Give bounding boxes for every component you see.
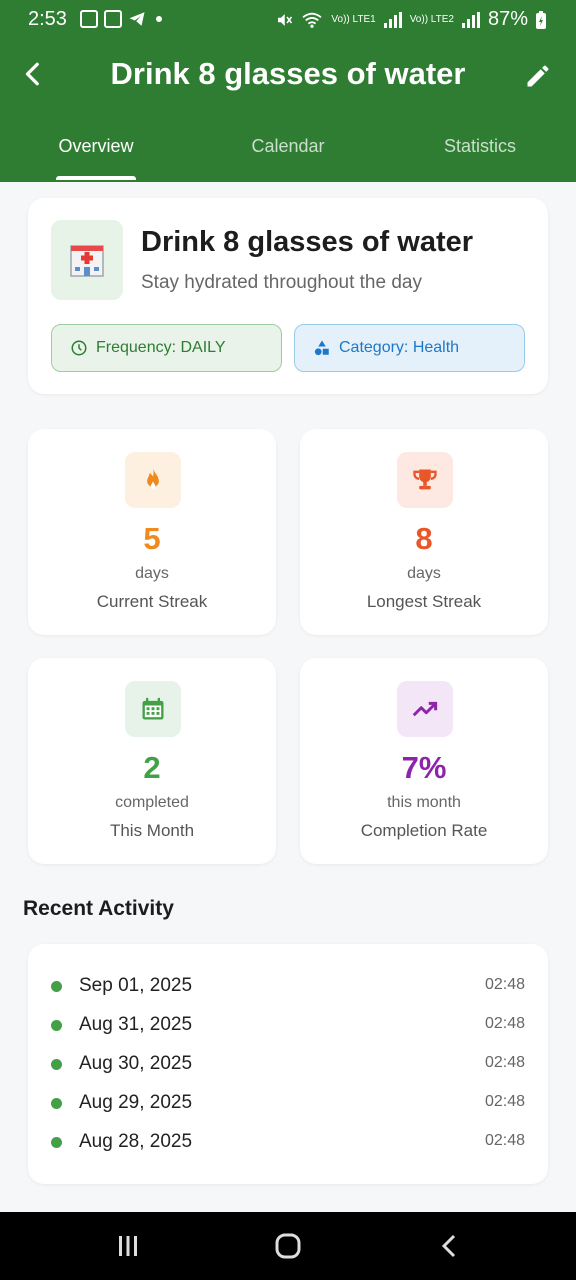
longest-streak-value: 8: [415, 521, 433, 556]
activity-dot: [51, 1059, 62, 1070]
pencil-icon: [527, 65, 549, 87]
fire-icon: [147, 468, 159, 489]
more-notifications-dot: [156, 16, 162, 22]
activity-date: Aug 30, 2025: [79, 1053, 193, 1074]
activity-time: 02:48: [484, 1015, 525, 1032]
trophy-icon: [413, 469, 437, 490]
list-item: Aug 31, 2025 02:48: [28, 1007, 548, 1043]
battery-charging-icon: [536, 10, 546, 29]
home-button[interactable]: [258, 1226, 318, 1266]
activity-date: Sep 01, 2025: [79, 975, 193, 996]
activity-time: 02:48: [484, 976, 525, 993]
tab-bar: Overview Calendar Statistics: [0, 118, 576, 182]
activity-time: 02:48: [484, 1093, 525, 1110]
activity-date: Aug 28, 2025: [79, 1131, 193, 1152]
current-streak-unit: days: [135, 565, 169, 582]
notification-icons: [80, 10, 162, 28]
tab-overview[interactable]: Overview: [0, 136, 192, 157]
home-icon: [275, 1233, 301, 1259]
activity-date: Aug 29, 2025: [79, 1092, 193, 1113]
trending-up-icon: [412, 701, 438, 717]
shapes-icon: [314, 340, 329, 356]
system-back-button[interactable]: [420, 1226, 480, 1266]
this-month-label: This Month: [109, 821, 195, 840]
telegram-icon: [129, 12, 145, 26]
longest-streak-card: 8 days Longest Streak: [300, 429, 548, 635]
recents-button[interactable]: [98, 1226, 158, 1266]
sim1-network: Vo)) LTE1: [331, 13, 376, 25]
edit-button[interactable]: [518, 56, 558, 96]
fire-icon-tile: [125, 452, 181, 508]
activity-time: 02:48: [484, 1054, 525, 1071]
activity-date: Aug 31, 2025: [79, 1014, 193, 1035]
app-header: 2:53 Vo)) LTE1 Vo)) LTE2 87% Drink 8 gla…: [0, 0, 576, 182]
tab-statistics[interactable]: Statistics: [384, 136, 576, 157]
list-item: Aug 28, 2025 02:48: [28, 1124, 548, 1160]
category-label: Category: Health: [339, 339, 460, 356]
completion-rate-value: 7%: [401, 750, 447, 785]
longest-streak-unit: days: [407, 565, 441, 582]
activity-dot: [51, 1020, 62, 1031]
chevron-left-icon: [441, 1234, 456, 1258]
hospital-icon: [70, 245, 104, 277]
category-chip: Category: Health: [294, 324, 525, 372]
current-streak-card: 5 days Current Streak: [28, 429, 276, 635]
trophy-icon-tile: [397, 452, 453, 508]
recents-icon: [119, 1236, 137, 1256]
current-streak-value: 5: [143, 521, 161, 556]
this-month-unit: completed: [115, 794, 189, 811]
app-bar: Drink 8 glasses of water: [0, 42, 576, 110]
current-streak-label: Current Streak: [96, 592, 208, 611]
status-bar: 2:53 Vo)) LTE1 Vo)) LTE2 87%: [0, 0, 576, 42]
trending-up-icon-tile: [397, 681, 453, 737]
page-title: Drink 8 glasses of water: [110, 56, 466, 91]
active-tab-indicator: [56, 176, 136, 180]
gallery-icon: [80, 10, 98, 28]
clock-icon: [71, 340, 87, 356]
completion-rate-unit: this month: [387, 794, 461, 811]
arrow-back-icon: [25, 62, 39, 86]
recent-activity-card: Sep 01, 2025 02:48 Aug 31, 2025 02:48 Au…: [28, 944, 548, 1184]
habit-description: Stay hydrated throughout the day: [141, 272, 422, 293]
habit-info-card: Drink 8 glasses of water Stay hydrated t…: [28, 198, 548, 394]
frequency-label: Frequency: DAILY: [96, 339, 226, 356]
back-button[interactable]: [14, 54, 54, 94]
completion-rate-label: Completion Rate: [360, 821, 488, 840]
longest-streak-label: Longest Streak: [366, 592, 482, 611]
list-item: Aug 30, 2025 02:48: [28, 1046, 548, 1082]
sim2-network: Vo)) LTE2: [409, 13, 454, 25]
completion-rate-card: 7% this month Completion Rate: [300, 658, 548, 864]
habit-icon-tile: [51, 220, 123, 300]
habit-title: Drink 8 glasses of water: [141, 226, 474, 258]
status-time: 2:53: [28, 8, 67, 30]
tab-calendar[interactable]: Calendar: [192, 136, 384, 157]
list-item: Aug 29, 2025 02:48: [28, 1085, 548, 1121]
youtube-icon: [104, 10, 122, 28]
this-month-card: 2 completed This Month: [28, 658, 276, 864]
calendar-icon-tile: [125, 681, 181, 737]
activity-dot: [51, 1137, 62, 1148]
activity-dot: [51, 1098, 62, 1109]
wifi-icon: [302, 12, 322, 28]
this-month-value: 2: [143, 750, 161, 785]
mute-icon: [278, 13, 293, 26]
activity-dot: [51, 981, 62, 992]
list-item: Sep 01, 2025 02:48: [28, 968, 548, 1004]
recent-activity-heading: Recent Activity: [23, 897, 174, 920]
signal-1-icon: [383, 11, 402, 28]
battery-level: 87%: [487, 8, 528, 30]
system-nav-bar: [0, 1212, 576, 1280]
calendar-icon: [142, 697, 164, 720]
signal-2-icon: [461, 11, 480, 28]
frequency-chip: Frequency: DAILY: [51, 324, 282, 372]
activity-time: 02:48: [484, 1132, 525, 1149]
system-indicators: Vo)) LTE1 Vo)) LTE2 87%: [275, 8, 546, 31]
